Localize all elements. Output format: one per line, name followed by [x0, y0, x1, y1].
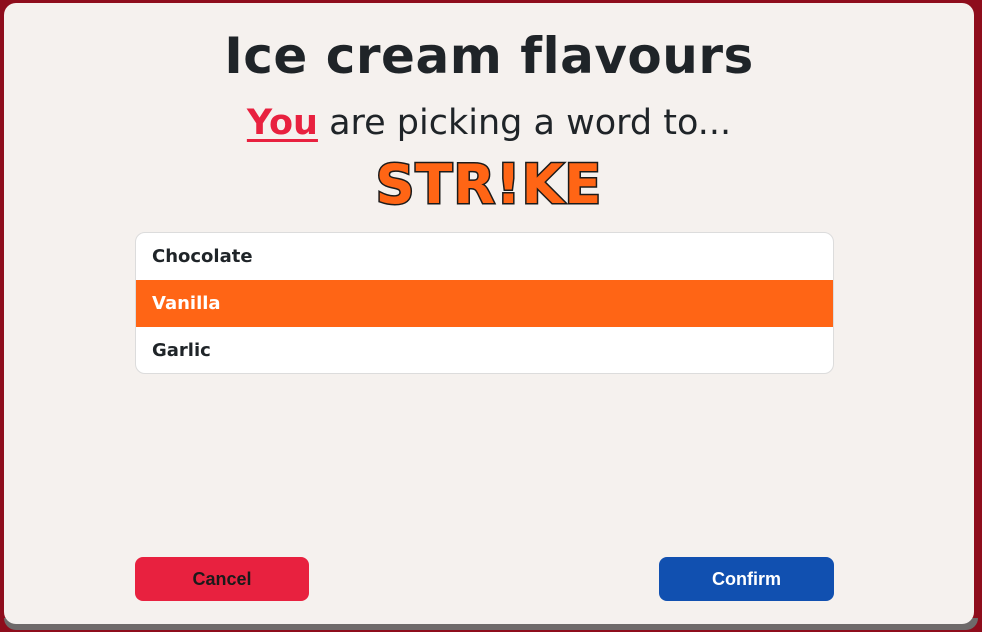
confirm-button[interactable]: Confirm	[659, 557, 834, 601]
list-item-vanilla[interactable]: Vanilla	[136, 280, 833, 327]
list-item-chocolate[interactable]: Chocolate	[136, 233, 833, 280]
word-options-list: Chocolate Vanilla Garlic	[135, 232, 834, 374]
cancel-button[interactable]: Cancel	[135, 557, 309, 601]
strike-logo: STR!KE	[374, 152, 603, 218]
dialog-title: Ice cream flavours	[224, 27, 754, 85]
subtitle-text: are picking a word to...	[317, 103, 732, 143]
subtitle-you: You	[246, 103, 318, 143]
dialog-subtitle: You are picking a word to...	[4, 103, 974, 143]
window-frame: Ice cream flavours You are picking a wor…	[0, 0, 982, 632]
list-item-garlic[interactable]: Garlic	[136, 327, 833, 373]
